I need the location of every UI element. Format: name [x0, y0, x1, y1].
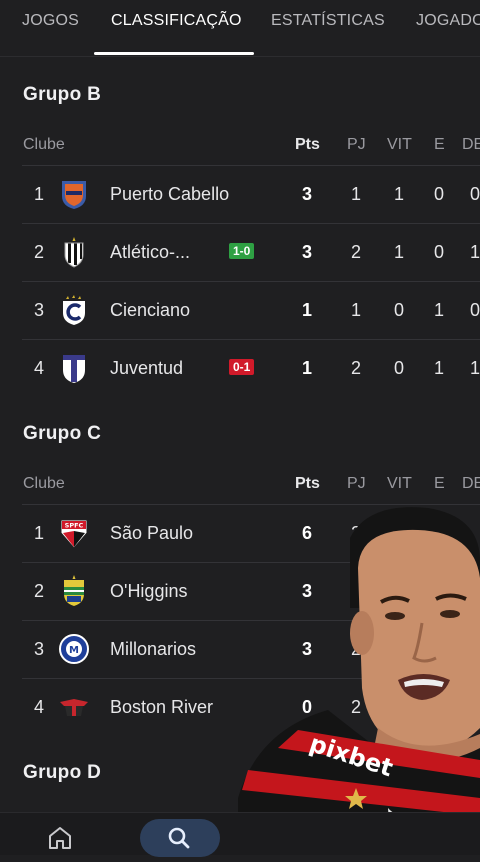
club-crest-icon	[63, 295, 85, 325]
played: 1	[350, 300, 361, 320]
club-name: O'Higgins	[110, 581, 188, 601]
club-crest-icon	[63, 355, 85, 383]
points: 3	[301, 184, 312, 204]
group-title-d: Grupo D	[23, 762, 102, 783]
tab-classificacao[interactable]: CLASSIFICAÇÃO	[111, 12, 242, 30]
club-name: Cienciano	[110, 300, 191, 320]
club-crest-icon	[64, 575, 84, 606]
row-position: 2	[34, 242, 45, 262]
wins: 1	[393, 242, 404, 262]
draws: 0	[433, 184, 444, 204]
wins: 1	[393, 184, 404, 204]
points: 3	[301, 242, 312, 262]
draws: 0	[433, 242, 444, 262]
header-pj: PJ	[347, 475, 366, 492]
search-icon	[168, 827, 190, 849]
home-icon[interactable]	[44, 823, 76, 851]
svg-text:M: M	[69, 645, 79, 656]
tab-jogadores[interactable]: JOGADO	[416, 12, 480, 30]
row-position: 4	[34, 697, 45, 717]
losses: 1	[469, 358, 480, 378]
last-result-badge: 1-0	[229, 243, 255, 259]
nav-search-active[interactable]	[140, 819, 220, 857]
club-name: Boston River	[110, 697, 214, 717]
header-de: DE	[462, 475, 480, 492]
group-title-b: Grupo B	[23, 84, 102, 105]
row-position: 3	[34, 300, 45, 320]
losses: 0	[469, 184, 480, 204]
tab-bar: JOGOS CLASSIFICAÇÃO ESTATÍSTICAS JOGADO	[0, 0, 480, 57]
table-row[interactable]: 2 Atlético-... 1-0 3 2 1 0 1	[22, 223, 480, 281]
losses: 0	[469, 300, 480, 320]
wins: 0	[393, 300, 404, 320]
header-e: E	[434, 136, 445, 153]
header-e: E	[434, 475, 445, 492]
table-row[interactable]: 1 Puerto Cabello 3 1 1 0 0	[22, 165, 480, 223]
row-position: 4	[34, 358, 45, 378]
club-name: São Paulo	[110, 523, 194, 543]
played: 2	[350, 358, 361, 378]
club-crest-icon	[62, 181, 86, 209]
draws: 1	[433, 358, 444, 378]
header-pts: Pts	[295, 475, 320, 492]
club-name: Millonarios	[110, 639, 197, 659]
header-pts: Pts	[295, 136, 320, 153]
tab-estatisticas[interactable]: ESTATÍSTICAS	[271, 12, 385, 30]
webcam-overlay-image: pixbet	[238, 498, 480, 854]
header-pj: PJ	[347, 136, 366, 153]
club-name: Atlético-...	[110, 242, 191, 262]
draws: 1	[433, 300, 444, 320]
svg-text:SPFC: SPFC	[65, 522, 84, 530]
played: 1	[350, 184, 361, 204]
points: 1	[301, 300, 312, 320]
table-row[interactable]: 4 Juventud 0-1 1 2 0 1 1	[22, 339, 480, 397]
header-vit: VIT	[387, 136, 412, 153]
club-name: Juventud	[110, 358, 184, 378]
club-name: Puerto Cabello	[110, 184, 230, 204]
tab-jogos[interactable]: JOGOS	[22, 12, 79, 30]
row-position: 2	[34, 581, 45, 601]
points: 1	[301, 358, 312, 378]
header-de: DE	[462, 136, 480, 153]
header-club: Clube	[23, 475, 65, 492]
club-crest-icon: M	[59, 634, 89, 664]
active-tab-indicator	[94, 52, 254, 55]
bottom-navigation	[0, 812, 480, 857]
played: 2	[350, 242, 361, 262]
last-result-badge: 0-1	[229, 359, 255, 375]
row-position: 1	[34, 523, 45, 543]
club-crest-icon	[60, 699, 88, 716]
club-crest-icon	[64, 237, 84, 268]
row-position: 3	[34, 639, 45, 659]
header-vit: VIT	[387, 475, 412, 492]
club-crest-icon: SPFC	[60, 519, 88, 549]
losses: 1	[469, 242, 480, 262]
header-club: Clube	[23, 136, 65, 153]
group-title-c: Grupo C	[23, 423, 102, 444]
row-position: 1	[34, 184, 45, 204]
table-row[interactable]: 3 Cienciano 1 1 0 1 0	[22, 281, 480, 339]
wins: 0	[393, 358, 404, 378]
